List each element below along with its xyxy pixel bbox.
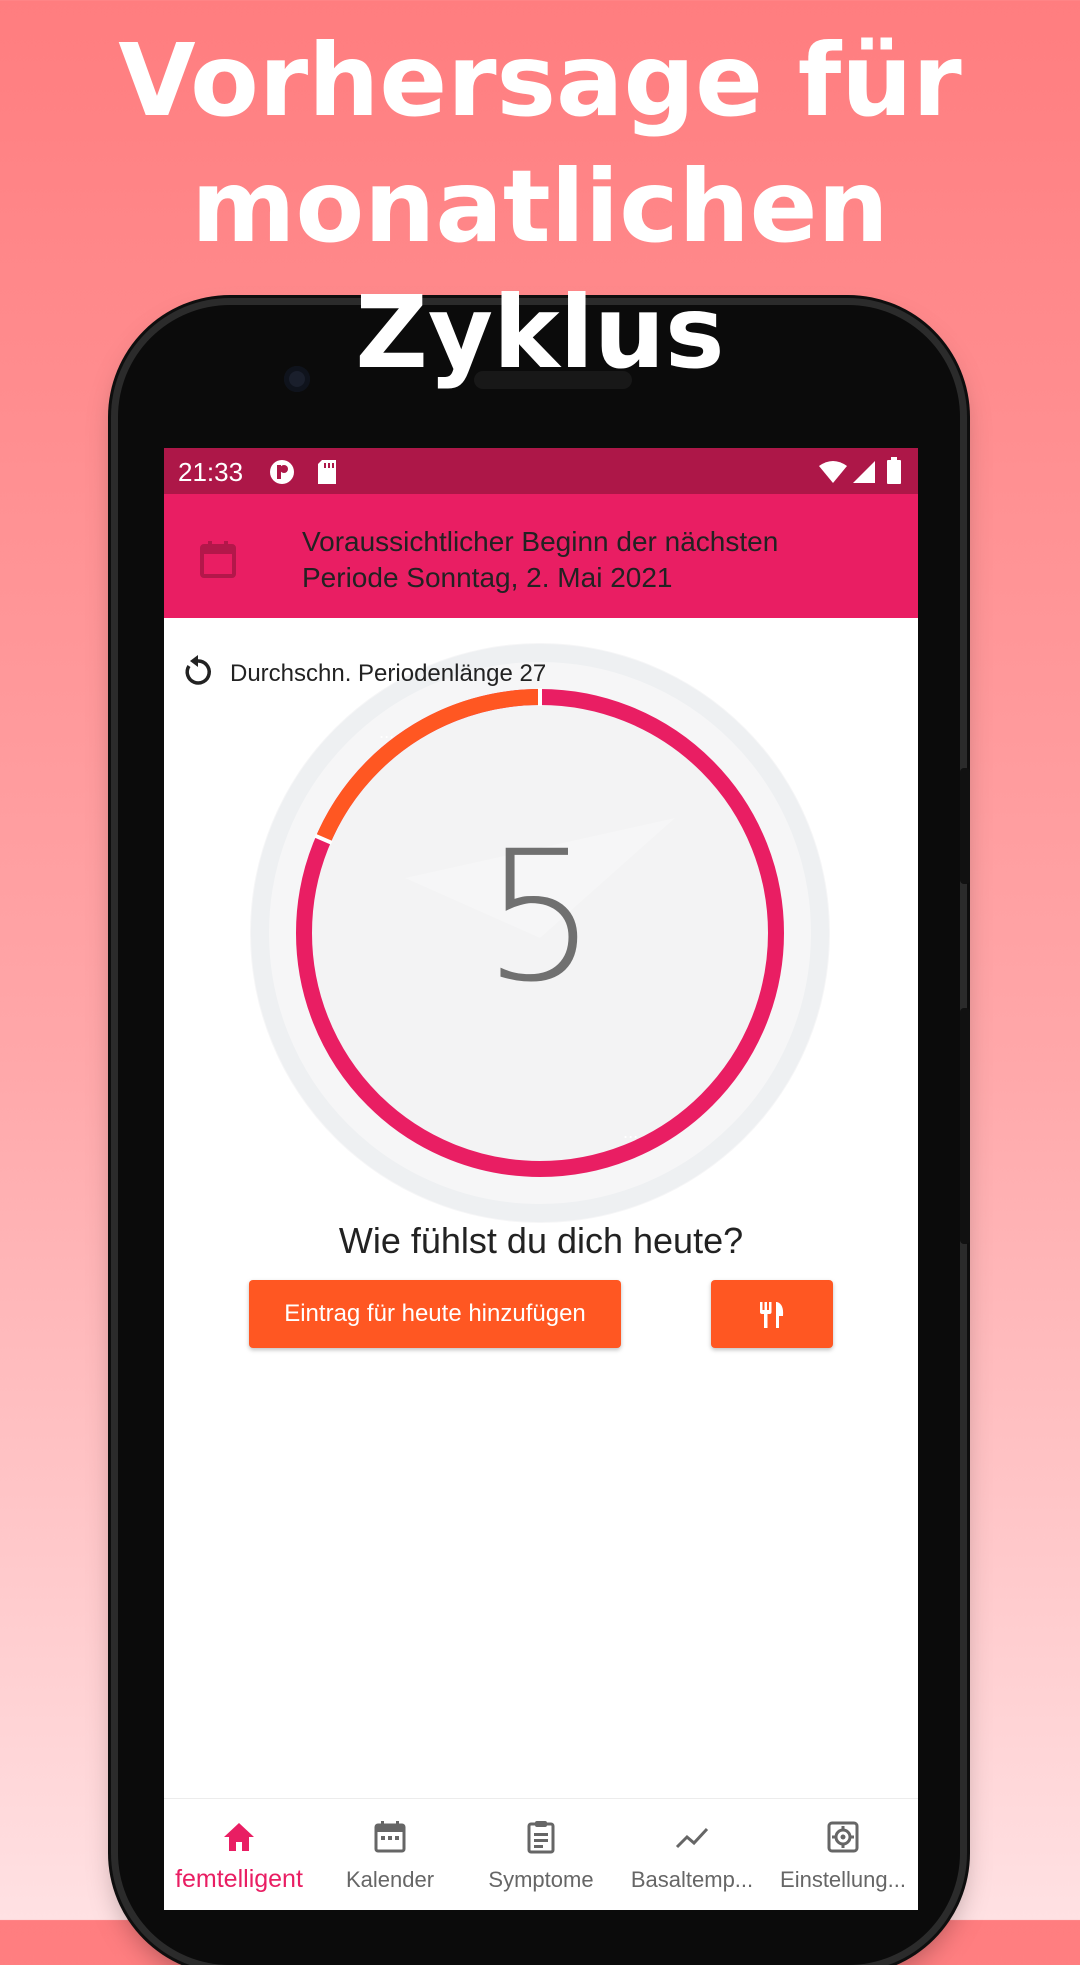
- nav-label-femtelligent: femtelligent: [175, 1865, 303, 1893]
- battery-icon: [886, 457, 902, 492]
- prediction-line-1: Voraussichtlicher Beginn der nächsten: [302, 526, 779, 557]
- trend-icon: [675, 1827, 709, 1849]
- nav-label-symptome: Symptome: [488, 1867, 594, 1892]
- reload-icon[interactable]: [180, 654, 216, 690]
- bottom-navigation: femtelligent Kalender Symptome Basaltemp…: [164, 1798, 918, 1910]
- headline-line-2: monatlichen: [191, 148, 889, 265]
- sd-card-icon: [316, 459, 338, 492]
- segment-label-2: ...: [623, 1123, 638, 1142]
- nav-label-kalender: Kalender: [345, 1867, 435, 1892]
- next-period-prediction: Voraussichtlicher Beginn der nächsten Pe…: [302, 524, 862, 596]
- nav-item-femtelligent[interactable]: femtelligent: [164, 1799, 314, 1910]
- fork-knife-icon: [760, 1302, 784, 1328]
- nav-item-symptome[interactable]: Symptome: [466, 1799, 616, 1910]
- nav-label-basaltemperatur: Basaltemp...: [630, 1867, 754, 1892]
- calendar-icon: [374, 1821, 406, 1853]
- segment-label-1: ...: [379, 723, 394, 742]
- add-entry-button[interactable]: Eintrag für heute hinzufügen: [249, 1280, 621, 1348]
- status-time: 21:33: [178, 457, 244, 487]
- food-log-button[interactable]: [711, 1280, 833, 1348]
- signal-icon: [852, 460, 876, 491]
- app-screen: 21:33 Voraussichtlicher Beginn der nächs…: [164, 448, 918, 1910]
- home-icon: [224, 1823, 254, 1851]
- nav-item-kalender[interactable]: Kalender: [315, 1799, 465, 1910]
- nav-item-basaltemperatur[interactable]: Basaltemp...: [617, 1799, 767, 1910]
- promo-headline: Vorhersage für monatlichen Zyklus: [0, 18, 1080, 396]
- app-bar: Voraussichtlicher Beginn der nächsten Pe…: [164, 494, 918, 618]
- wifi-icon: [818, 460, 848, 491]
- calendar-icon[interactable]: [198, 540, 238, 580]
- power-button: [960, 768, 970, 884]
- current-cycle-day: 5: [482, 813, 598, 1022]
- mood-question: Wie fühlst du dich heute?: [338, 1220, 744, 1261]
- headline-line-1: Vorhersage für: [118, 22, 962, 139]
- settings-icon: [827, 1821, 859, 1853]
- clipboard-icon: [527, 1821, 555, 1854]
- average-cycle-label: Durchschn. Periodenlänge 27: [230, 660, 547, 687]
- app-notification-icon: [269, 459, 295, 492]
- prediction-line-2: Periode Sonntag, 2. Mai 2021: [302, 562, 673, 593]
- nav-item-einstellungen[interactable]: Einstellung...: [768, 1799, 918, 1910]
- headline-line-3: Zyklus: [355, 274, 725, 391]
- nav-label-einstellungen: Einstellung...: [780, 1867, 906, 1892]
- volume-button: [960, 1008, 970, 1244]
- status-bar: 21:33: [164, 448, 918, 494]
